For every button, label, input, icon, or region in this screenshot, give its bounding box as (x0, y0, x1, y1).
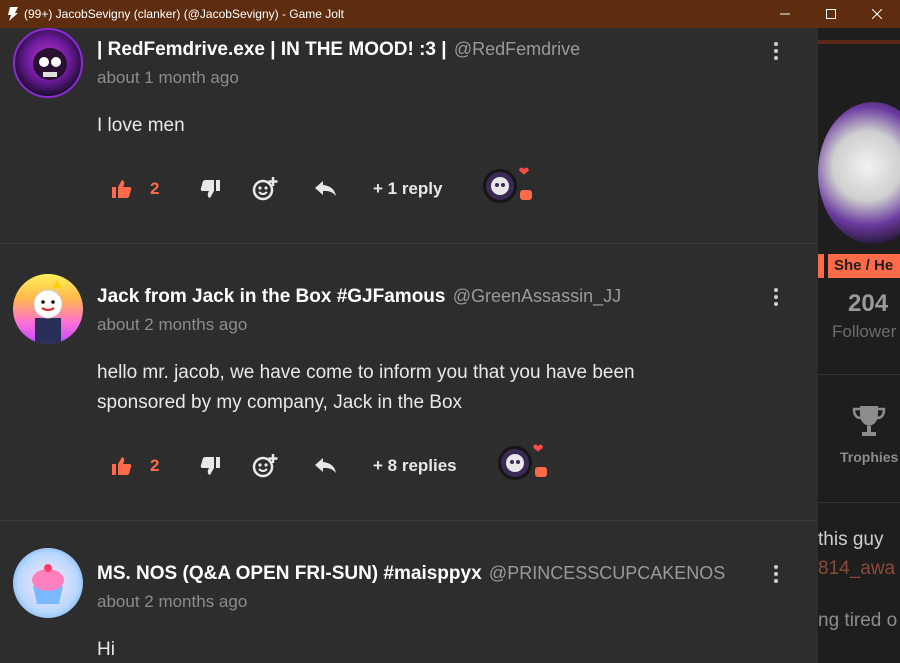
profile-sidebar: She / He 204 Follower Trophies this guy … (818, 28, 900, 663)
trophy-icon[interactable] (852, 404, 886, 443)
sidebar-top-strip (818, 40, 900, 44)
pronoun-tag: She / He (828, 254, 900, 278)
followers-label[interactable]: Follower (832, 322, 896, 342)
feed-snippet: this guy (818, 529, 884, 550)
comment-body: I love men (97, 115, 185, 136)
comment-timestamp[interactable]: about 1 month ago (97, 68, 818, 88)
window-titlebar: (99+) JacobSevigny (clanker) (@JacobSevi… (0, 0, 900, 28)
author-handle[interactable]: @PRINCESSCUPCAKENOS (489, 563, 725, 583)
comment-actions: 2 + 1 reply ❤ (112, 164, 538, 214)
more-options-icon[interactable] (772, 565, 780, 583)
comment-header: Jack from Jack in the Box #GJFamous @Gre… (97, 286, 818, 308)
view-replies-link[interactable]: + 1 reply (373, 179, 442, 199)
skull-avatar[interactable] (13, 28, 83, 98)
comment-header: MS. NOS (Q&A OPEN FRI-SUN) #maisppyx @PR… (97, 563, 818, 585)
like-button[interactable] (112, 457, 132, 475)
chat-bubble-icon (520, 190, 533, 200)
jack-mascot-avatar[interactable] (13, 274, 83, 344)
like-count: 2 (150, 179, 160, 198)
comment-actions: 2 + 8 replies ❤ (112, 441, 553, 491)
like-count: 2 (150, 456, 160, 475)
close-button[interactable] (854, 0, 900, 28)
trophies-label[interactable]: Trophies (840, 449, 898, 465)
add-reaction-icon[interactable] (252, 177, 278, 201)
chat-bubble-icon (534, 467, 547, 477)
reactor-avatar-icon (483, 169, 518, 203)
feed-snippet: ng tired o (818, 610, 898, 631)
cupcake-cat-avatar[interactable] (13, 548, 83, 618)
comment-timestamp[interactable]: about 2 months ago (97, 315, 818, 335)
more-options-icon[interactable] (772, 288, 780, 306)
minimize-button[interactable] (762, 0, 808, 28)
author-handle[interactable]: @RedFemdrive (454, 39, 580, 59)
window-title: (99+) JacobSevigny (clanker) (@JacobSevi… (24, 7, 344, 21)
follower-count[interactable]: 204 (848, 290, 888, 318)
sidebar-divider (818, 502, 900, 503)
author-handle[interactable]: @GreenAssassin_JJ (453, 286, 621, 306)
reactor-avatar-icon (497, 446, 532, 480)
more-options-icon[interactable] (772, 42, 780, 60)
feed-snippet-link[interactable]: 814_awa (818, 558, 895, 580)
author-name[interactable]: | RedFemdrive.exe | IN THE MOOD! :3 | (97, 39, 447, 60)
dislike-button[interactable] (200, 457, 220, 475)
comment-timestamp[interactable]: about 2 months ago (97, 592, 818, 612)
reply-arrow-icon[interactable] (315, 181, 337, 197)
comment-body-line: hello mr. jacob, we have come to inform … (97, 362, 635, 383)
author-name[interactable]: Jack from Jack in the Box #GJFamous (97, 286, 445, 307)
heart-reaction-icon: ❤ (518, 164, 530, 179)
profile-avatar[interactable] (818, 102, 900, 244)
comment-body-line: sponsored by my company, Jack in the Box (97, 392, 463, 413)
view-replies-link[interactable]: + 8 replies (373, 456, 457, 476)
like-button[interactable] (112, 180, 132, 198)
add-reaction-icon[interactable] (252, 454, 278, 478)
comment-item: Jack from Jack in the Box #GJFamous @Gre… (0, 244, 818, 521)
comment-item: | RedFemdrive.exe | IN THE MOOD! :3 | @R… (0, 28, 818, 244)
reply-arrow-icon[interactable] (315, 458, 337, 474)
gamejolt-logo-icon (6, 7, 18, 21)
comments-panel: | RedFemdrive.exe | IN THE MOOD! :3 | @R… (0, 28, 818, 663)
reactor-avatar[interactable]: ❤ (493, 441, 553, 491)
sidebar-divider (818, 374, 900, 375)
maximize-button[interactable] (808, 0, 854, 28)
reactor-avatar[interactable]: ❤ (478, 164, 538, 214)
comment-body: Hi (97, 639, 115, 660)
author-name[interactable]: MS. NOS (Q&A OPEN FRI-SUN) #maisppyx (97, 563, 482, 584)
dislike-button[interactable] (200, 180, 220, 198)
comment-item: MS. NOS (Q&A OPEN FRI-SUN) #maisppyx @PR… (0, 521, 818, 663)
comment-header: | RedFemdrive.exe | IN THE MOOD! :3 | @R… (97, 39, 818, 61)
comment-body: hello mr. jacob, we have come to inform … (97, 358, 818, 418)
tag-left (818, 254, 824, 278)
heart-reaction-icon: ❤ (532, 441, 544, 456)
